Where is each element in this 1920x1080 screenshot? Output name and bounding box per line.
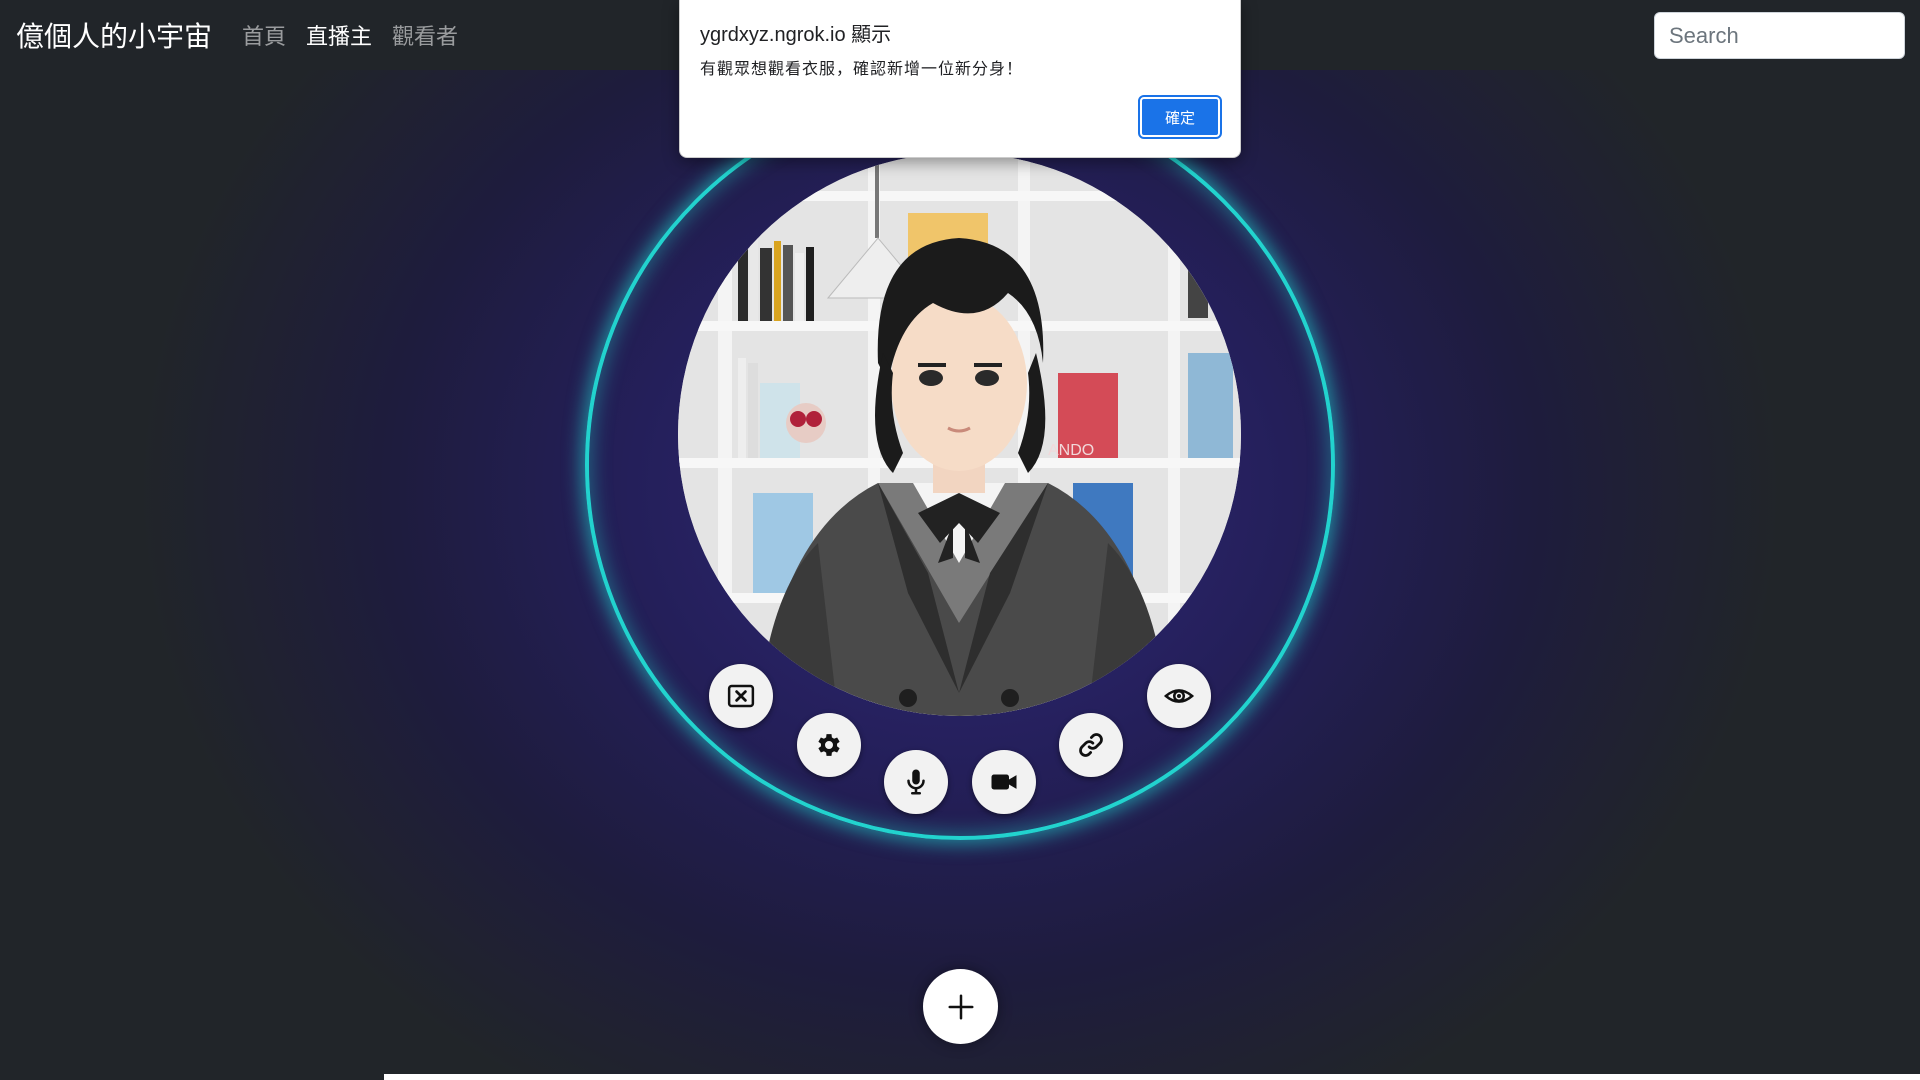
video-camera-icon <box>991 774 1017 790</box>
shelf-book-text: ANDO <box>1048 442 1094 459</box>
alert-title: ygrdxyz.ngrok.io 顯示 <box>700 24 892 46</box>
brand-title[interactable]: 億個人的小宇宙 <box>16 15 212 55</box>
close-box-icon <box>727 684 755 708</box>
nav-link-home[interactable]: 首頁 <box>242 19 286 51</box>
nav-link-streamer[interactable]: 直播主 <box>306 19 372 51</box>
alert-dialog: ygrdxyz.ngrok.io 顯示 有觀眾想觀看衣服，確認新增一位新分身！ … <box>679 0 1241 158</box>
settings-button[interactable] <box>797 713 861 777</box>
plus-icon <box>948 994 973 1019</box>
eye-button[interactable] <box>1147 664 1211 728</box>
camera-button[interactable] <box>972 750 1036 814</box>
bottom-strip <box>384 1074 1920 1080</box>
gear-icon <box>818 734 840 756</box>
close-box-button[interactable] <box>709 664 773 728</box>
link-button[interactable] <box>1059 713 1123 777</box>
alert-ok-button[interactable]: 確定 <box>1138 95 1222 139</box>
bottom-strip-dark <box>0 1074 384 1080</box>
avatar-scene-image: ANDO <box>678 153 1241 716</box>
microphone-icon <box>907 769 925 795</box>
nav-link-viewer[interactable]: 觀看者 <box>392 19 458 51</box>
search-input[interactable] <box>1654 12 1905 59</box>
alert-message: 有觀眾想觀看衣服，確認新增一位新分身！ <box>700 61 1024 78</box>
avatar-video-feed: ANDO <box>678 153 1241 716</box>
microphone-button[interactable] <box>884 750 948 814</box>
link-icon <box>1079 733 1103 757</box>
eye-icon <box>1164 689 1194 703</box>
add-avatar-button[interactable] <box>923 969 998 1044</box>
